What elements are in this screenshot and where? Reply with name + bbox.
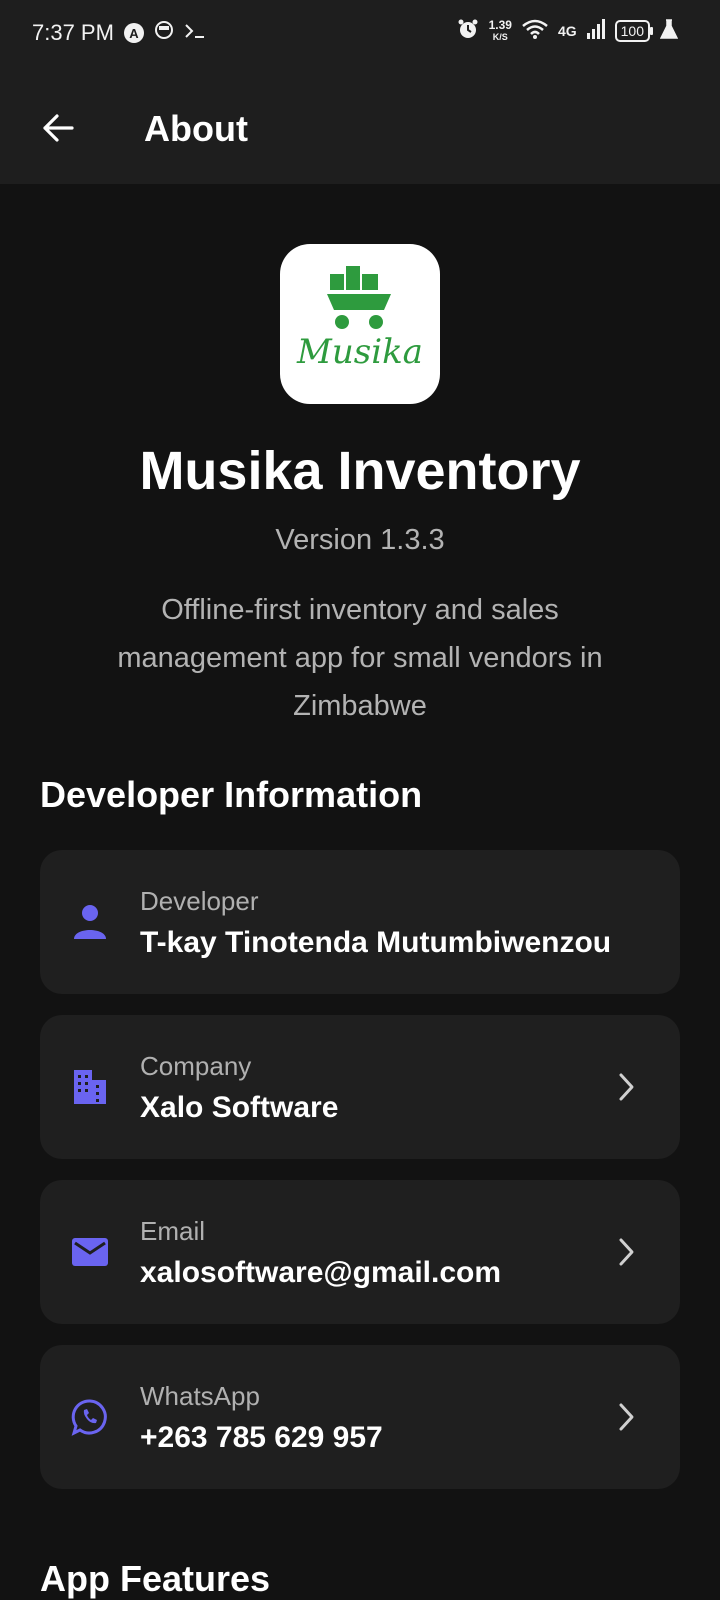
signal-icon: [586, 19, 605, 42]
company-card[interactable]: Company Xalo Software: [40, 1015, 680, 1159]
chevron-right-icon: [606, 1067, 646, 1107]
section-title-features: App Features: [40, 1558, 271, 1599]
email-value: xalosoftware@gmail.com: [140, 1256, 502, 1289]
developer-label: Developer: [140, 886, 259, 916]
cart-icon: [327, 266, 391, 329]
status-right: 1.39 K/S 4G 100: [457, 18, 679, 43]
page-title: About: [144, 108, 248, 149]
terminal-icon: [184, 20, 206, 46]
whatsapp-icon: [70, 1397, 110, 1437]
chevron-right-icon: [606, 1232, 646, 1272]
notification-icon: [154, 20, 174, 46]
app-logo: Musika: [280, 244, 440, 404]
wifi-icon: [522, 19, 548, 42]
speed-value: 1.39: [488, 17, 512, 32]
network-speed: 1.39 K/S: [489, 19, 512, 43]
person-icon: [70, 902, 110, 942]
status-bar: 7:37 PM A 1.39 K/S 4G 100: [0, 0, 720, 72]
email-label: Email: [140, 1216, 206, 1246]
email-card[interactable]: Email xalosoftware@gmail.com: [40, 1180, 680, 1324]
whatsapp-value: +263 785 629 957: [140, 1421, 383, 1454]
app-version: Version 1.3.3: [275, 524, 445, 556]
logo-text: Musika: [297, 332, 423, 372]
alarm-icon: [457, 18, 479, 43]
back-button[interactable]: [36, 106, 80, 150]
app-icon: A: [123, 23, 144, 43]
network-type: 4G: [557, 22, 577, 39]
developer-value: T-kay Tinotenda Mutumbiwenzou: [140, 926, 612, 959]
developer-card: Developer T-kay Tinotenda Mutumbiwenzou: [40, 850, 680, 994]
building-icon: [70, 1067, 110, 1107]
battery-indicator: 100: [614, 19, 654, 42]
flask-icon: [659, 19, 679, 42]
company-label: Company: [140, 1051, 252, 1081]
whatsapp-card[interactable]: WhatsApp +263 785 629 957: [40, 1345, 680, 1489]
status-left: 7:37 PM A: [32, 20, 206, 46]
chevron-right-icon: [606, 1397, 646, 1437]
app-description: Offline-first inventory and sales manage…: [117, 594, 603, 722]
speed-unit: K/S: [492, 31, 508, 42]
status-time: 7:37 PM: [32, 20, 114, 45]
app-bar: About: [0, 72, 720, 184]
section-title-developer: Developer Information: [40, 774, 423, 815]
arrow-left-icon: [43, 114, 74, 142]
app-name: Musika Inventory: [139, 441, 581, 501]
email-icon: [70, 1232, 110, 1272]
company-value: Xalo Software: [140, 1091, 339, 1124]
whatsapp-label: WhatsApp: [140, 1381, 260, 1411]
